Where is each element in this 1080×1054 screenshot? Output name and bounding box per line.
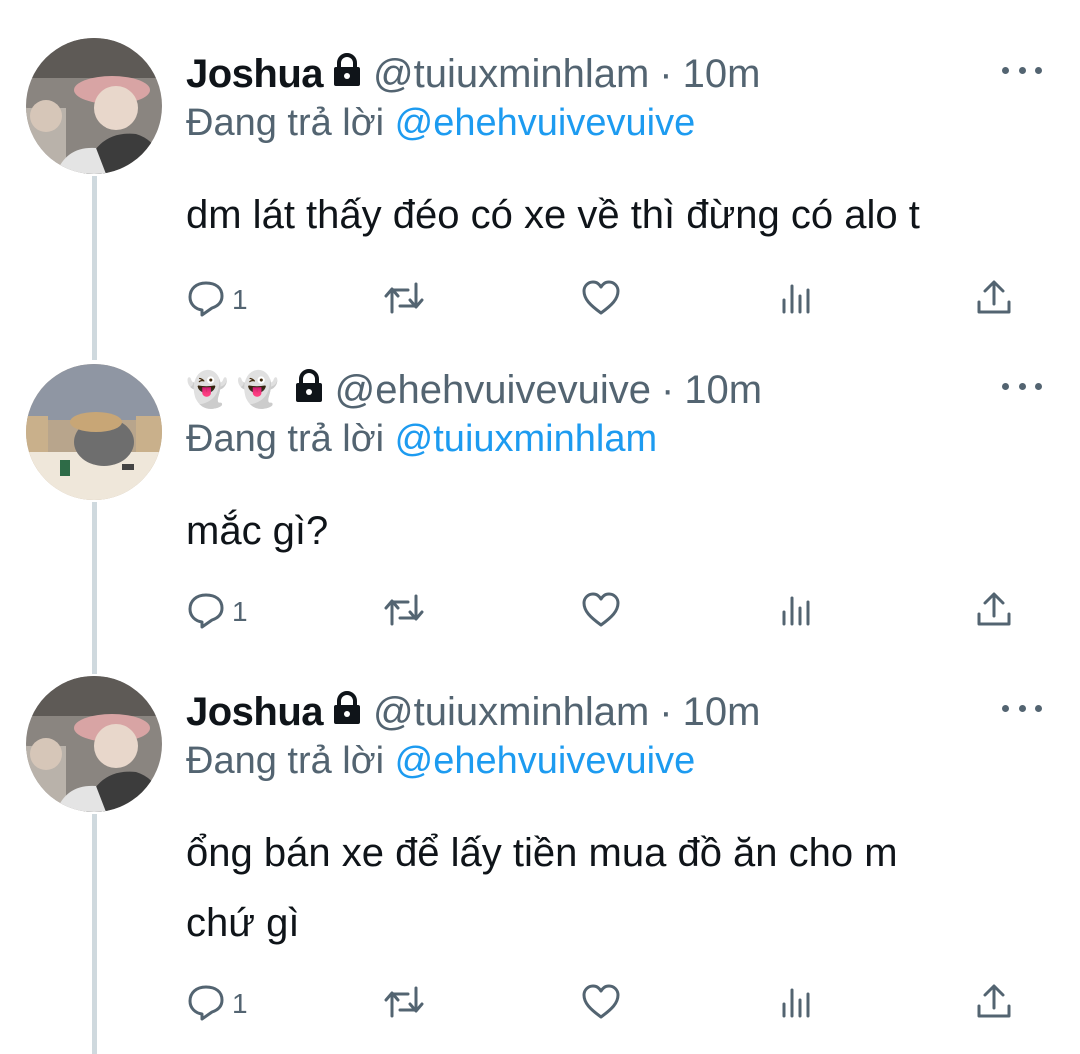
tweet-text-line: ổng bán xe để lấy tiền mua đồ ăn cho m: [186, 831, 898, 875]
tweet-actions: 1: [186, 588, 1026, 636]
replying-prefix: Đang trả lời: [186, 102, 385, 144]
reply-button[interactable]: 1: [186, 588, 248, 636]
share-button[interactable]: [974, 276, 1014, 324]
more-icon[interactable]: [1002, 58, 1042, 82]
retweet-icon: [382, 590, 426, 635]
tweet-header: 👻 👻 @ehehvuivevuive · 10m: [186, 360, 762, 420]
timestamp[interactable]: 10m: [683, 690, 761, 735]
tweet-actions: 1: [186, 980, 1026, 1028]
tweet[interactable]: Joshua @tuiuxminhlam · 10m Đang trả lời …: [0, 676, 1080, 1054]
handle[interactable]: @tuiuxminhlam: [373, 690, 649, 735]
separator-dot: ·: [659, 689, 673, 734]
share-icon: [974, 982, 1014, 1027]
tweet-text: ổng bán xe để lấy tiền mua đồ ăn cho m c…: [186, 822, 898, 954]
timestamp[interactable]: 10m: [683, 52, 761, 97]
views-icon: [778, 590, 818, 635]
separator-dot: ·: [660, 367, 675, 412]
avatar[interactable]: [26, 364, 162, 500]
reply-icon: [186, 590, 226, 635]
lock-icon: [331, 52, 363, 97]
views-icon: [778, 278, 818, 323]
reply-button[interactable]: 1: [186, 276, 248, 324]
reply-count: 1: [232, 988, 248, 1019]
tweet-text: mắc gì?: [186, 500, 328, 562]
more-icon[interactable]: [1002, 374, 1042, 398]
reply-icon: [186, 278, 226, 323]
reply-button[interactable]: 1: [186, 980, 248, 1028]
handle[interactable]: @tuiuxminhlam: [373, 52, 649, 97]
replying-prefix: Đang trả lời: [186, 418, 385, 460]
mention-link[interactable]: @ehehvuivevuive: [395, 102, 696, 144]
lock-icon: [331, 690, 363, 735]
like-button[interactable]: [580, 588, 622, 636]
views-button[interactable]: [778, 276, 818, 324]
tweet[interactable]: Joshua @tuiuxminhlam · 10m Đang trả lời …: [0, 38, 1080, 344]
tweet-header: Joshua @tuiuxminhlam · 10m: [186, 44, 760, 104]
avatar[interactable]: [26, 676, 162, 812]
views-icon: [778, 982, 818, 1027]
tweet-actions: 1: [186, 276, 1026, 324]
views-button[interactable]: [778, 980, 818, 1028]
retweet-button[interactable]: [382, 276, 426, 324]
mention-link[interactable]: @ehehvuivevuive: [395, 740, 696, 782]
like-icon: [580, 982, 622, 1027]
reply-count: 1: [232, 284, 248, 315]
retweet-icon: [382, 278, 426, 323]
retweet-button[interactable]: [382, 980, 426, 1028]
tweet-text-line: dm lát thấy đéo có xe về thì đừng có alo…: [186, 193, 920, 237]
tweet[interactable]: 👻 👻 @ehehvuivevuive · 10m Đang trả lời @…: [0, 360, 1080, 660]
replying-to: Đang trả lời @ehehvuivevuive: [186, 740, 695, 783]
like-button[interactable]: [580, 276, 622, 324]
tweet-text: dm lát thấy đéo có xe về thì đừng có alo…: [186, 184, 920, 246]
reply-icon: [186, 982, 226, 1027]
display-name[interactable]: Joshua: [186, 690, 324, 735]
share-button[interactable]: [974, 980, 1014, 1028]
like-icon: [580, 590, 622, 635]
share-button[interactable]: [974, 588, 1014, 636]
reply-count: 1: [232, 596, 248, 627]
handle[interactable]: @ehehvuivevuive: [335, 368, 651, 413]
views-button[interactable]: [778, 588, 818, 636]
timestamp[interactable]: 10m: [684, 368, 762, 413]
avatar[interactable]: [26, 38, 162, 174]
tweet-text-line: chứ gì: [186, 901, 300, 945]
tweet-header: Joshua @tuiuxminhlam · 10m: [186, 682, 760, 742]
display-name[interactable]: 👻 👻: [186, 370, 279, 410]
lock-icon: [293, 368, 325, 413]
retweet-icon: [382, 982, 426, 1027]
like-icon: [580, 278, 622, 323]
replying-to: Đang trả lời @tuiuxminhlam: [186, 418, 657, 461]
separator-dot: ·: [659, 51, 673, 96]
retweet-button[interactable]: [382, 588, 426, 636]
more-icon[interactable]: [1002, 696, 1042, 720]
replying-prefix: Đang trả lời: [186, 740, 385, 782]
tweet-text-line: mắc gì?: [186, 509, 329, 553]
share-icon: [974, 590, 1014, 635]
mention-link[interactable]: @tuiuxminhlam: [395, 418, 657, 460]
display-name[interactable]: Joshua: [186, 52, 324, 97]
replying-to: Đang trả lời @ehehvuivevuive: [186, 102, 695, 145]
like-button[interactable]: [580, 980, 622, 1028]
share-icon: [974, 278, 1014, 323]
